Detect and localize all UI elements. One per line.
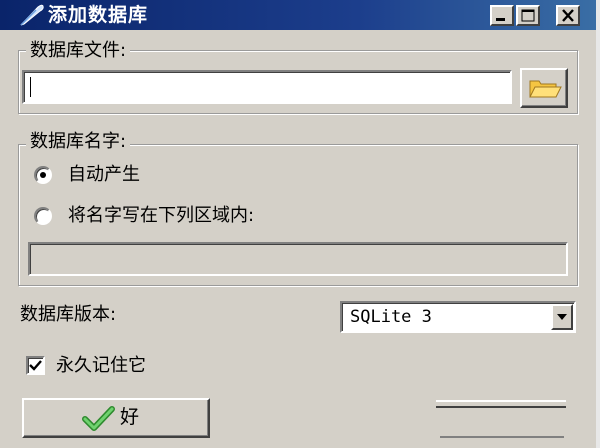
- minimize-button[interactable]: [490, 5, 514, 26]
- add-database-dialog: 添加数据库 数据库文件: 数据库名字: 自动产生 将名字写在下列区域内: 数据库…: [0, 0, 600, 448]
- window-title: 添加数据库: [48, 4, 149, 26]
- close-icon: [562, 9, 574, 22]
- auto-generate-option-label[interactable]: 自动产生: [68, 163, 140, 187]
- remember-label[interactable]: 永久记住它: [56, 354, 146, 378]
- custom-name-radio[interactable]: [34, 207, 52, 225]
- checkmark-icon: [82, 406, 115, 431]
- auto-generate-radio[interactable]: [34, 166, 52, 184]
- cancel-button-edge-bottom: [440, 436, 564, 438]
- title-bar[interactable]: 添加数据库: [0, 0, 596, 30]
- folder-icon: [529, 80, 562, 98]
- browse-folder-button[interactable]: [520, 68, 568, 108]
- database-file-input[interactable]: [22, 70, 512, 104]
- ok-button-label: 好: [120, 406, 140, 428]
- remember-checkbox[interactable]: [26, 356, 45, 375]
- checkmark-small-icon: [29, 360, 42, 371]
- database-version-value: SQLite 3: [350, 307, 432, 327]
- database-version-select[interactable]: SQLite 3: [340, 301, 576, 333]
- dropdown-button[interactable]: [551, 304, 573, 330]
- ok-button[interactable]: 好: [22, 398, 210, 438]
- feather-pen-icon: [20, 4, 44, 26]
- database-version-label: 数据库版本:: [20, 304, 117, 325]
- text-caret: [30, 77, 31, 97]
- radio-selected-dot: [40, 172, 46, 178]
- custom-name-option-label[interactable]: 将名字写在下列区域内:: [68, 204, 254, 228]
- minimize-icon: [496, 18, 505, 21]
- cancel-button-edge[interactable]: [436, 400, 566, 408]
- chevron-down-icon: [557, 314, 567, 320]
- database-file-label: 数据库文件:: [26, 40, 131, 62]
- close-button[interactable]: [556, 5, 580, 26]
- database-name-label: 数据库名字:: [26, 131, 131, 153]
- custom-name-input[interactable]: [28, 242, 568, 276]
- maximize-icon: [521, 9, 535, 22]
- maximize-button[interactable]: [516, 5, 540, 26]
